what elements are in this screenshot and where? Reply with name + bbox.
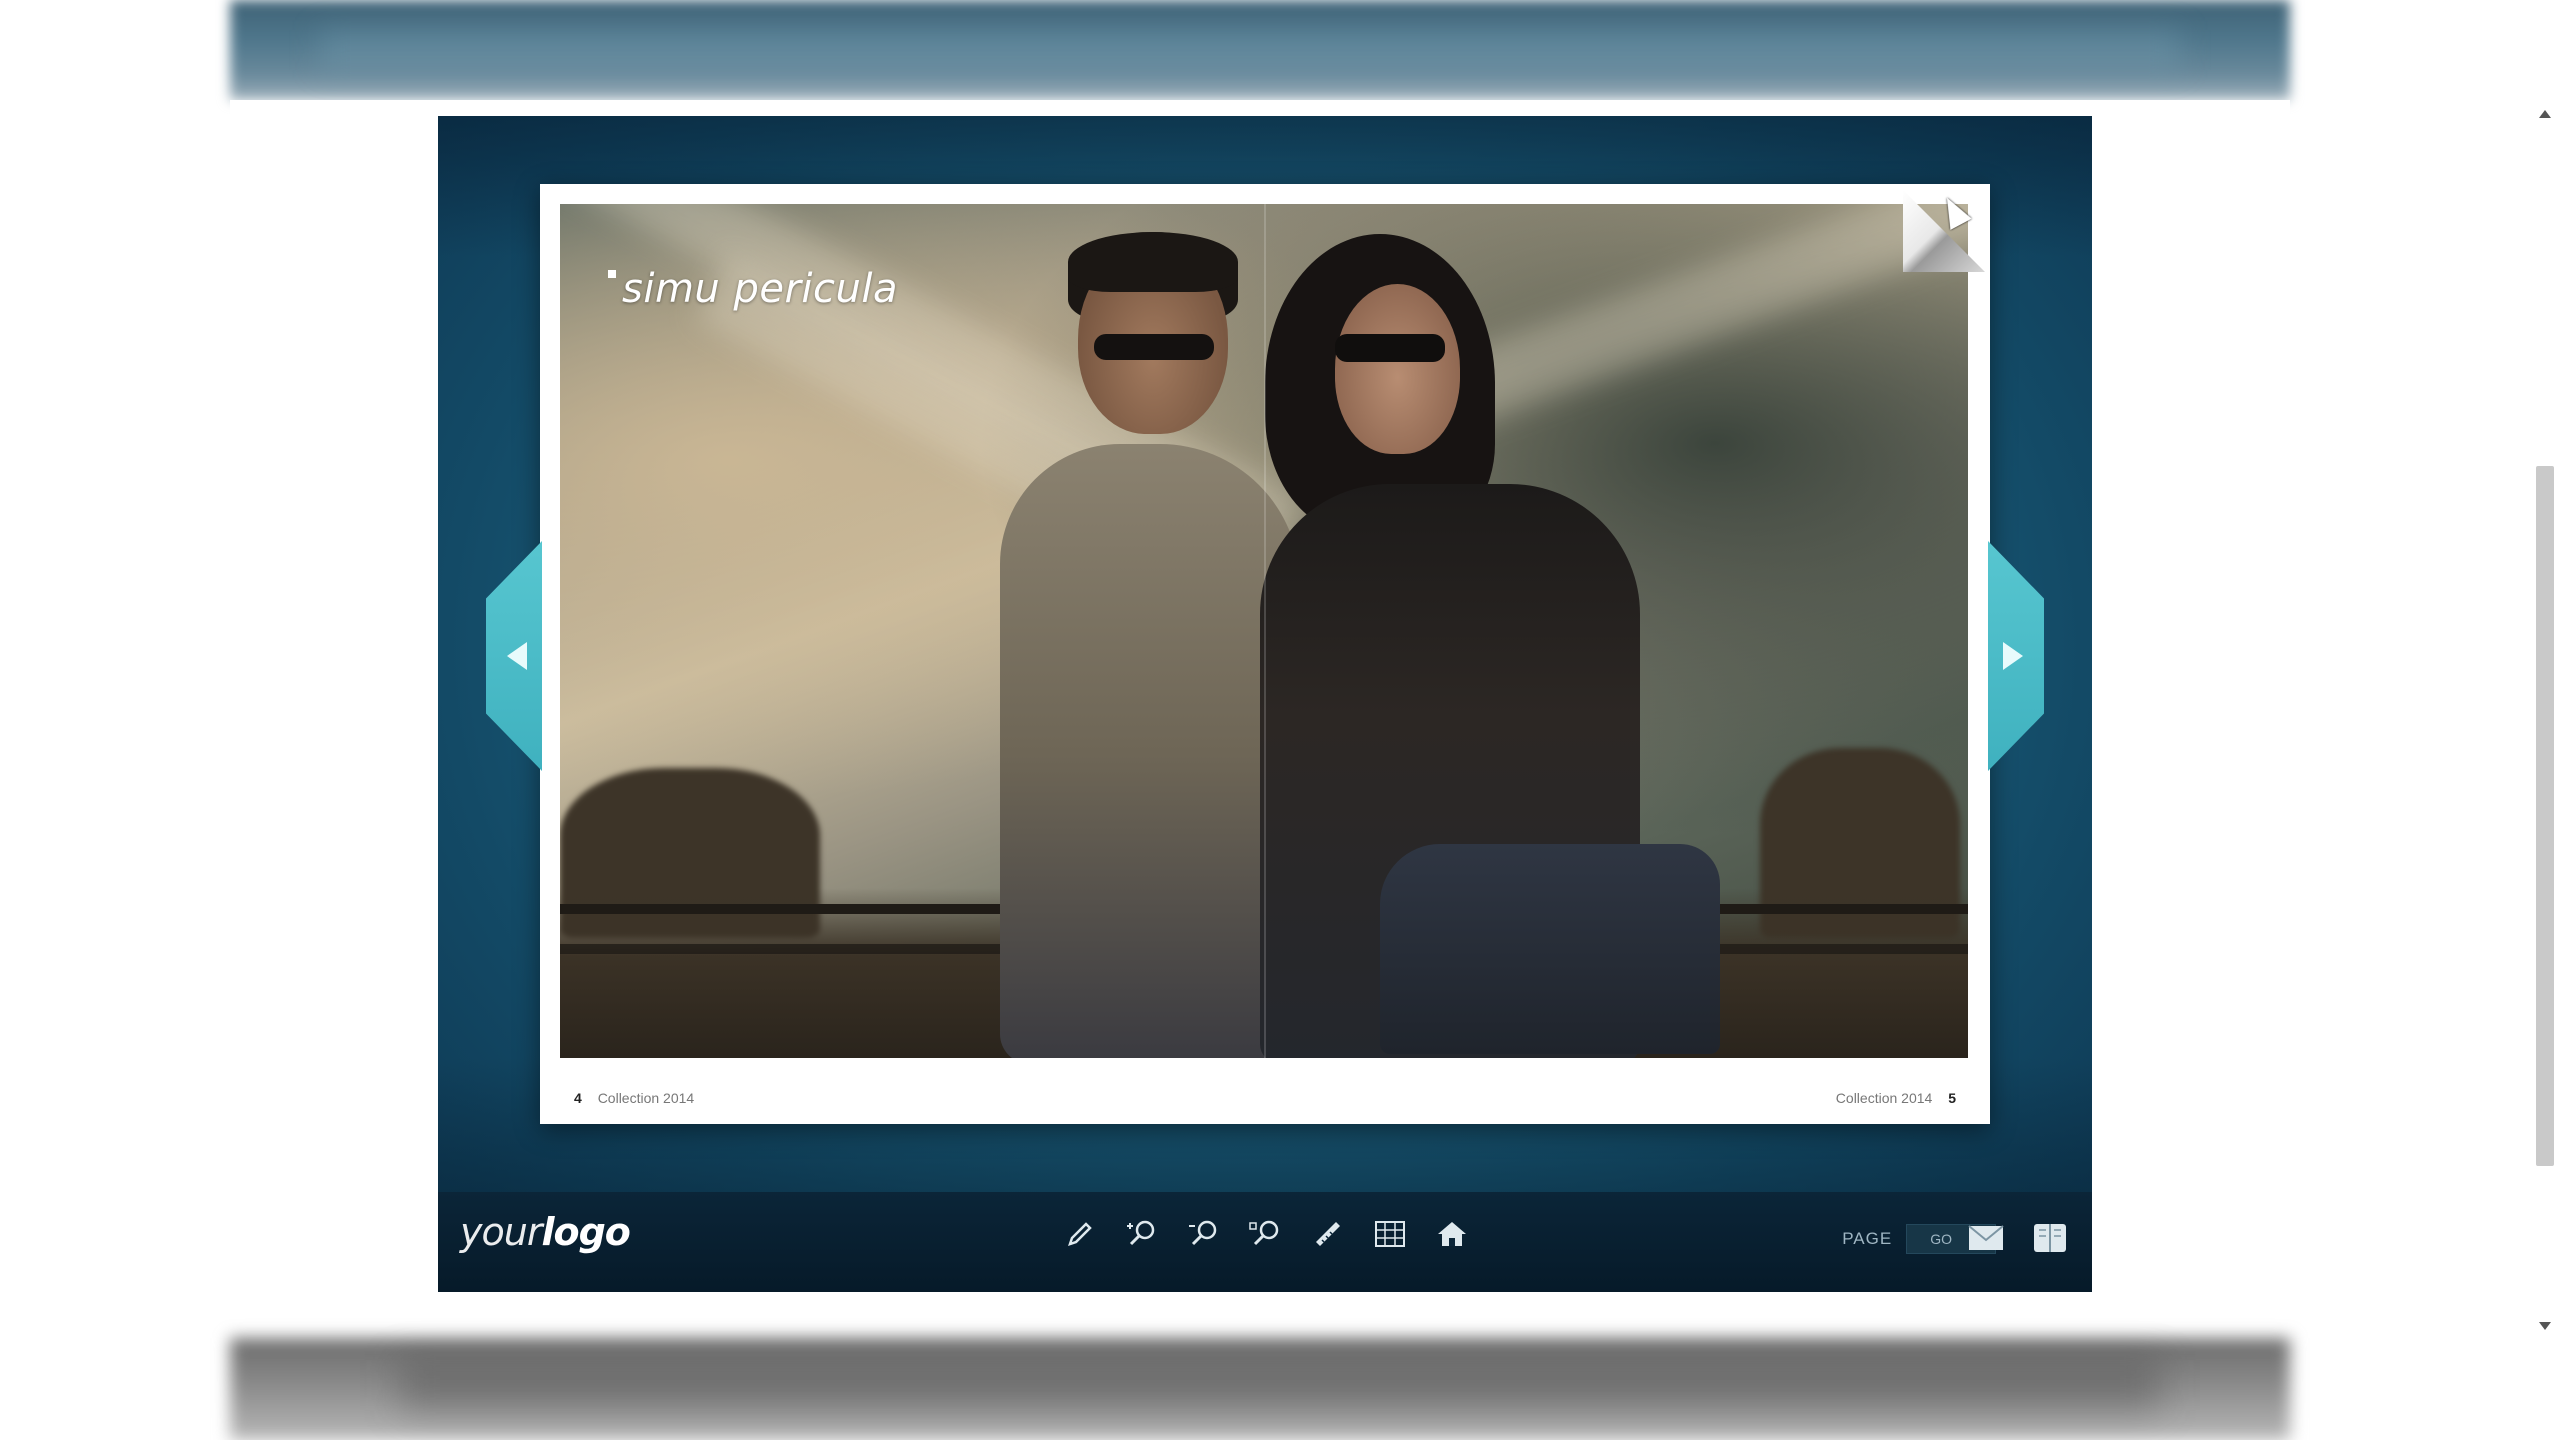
vertical-scrollbar[interactable] [2530,100,2560,1340]
toolbar-right-icons [1964,1216,2072,1260]
left-page-footer: 4 Collection 2014 [562,1090,694,1106]
thumbnails-icon[interactable] [1368,1212,1412,1256]
zoom-out-icon[interactable] [1182,1212,1226,1256]
left-page-number: 4 [574,1090,582,1106]
background-band-top-detail [320,30,2180,70]
arrow-left-icon [507,642,527,670]
home-icon[interactable] [1430,1212,1474,1256]
page-navigation: PAGE GO [1842,1224,1997,1254]
page-label: PAGE [1842,1229,1893,1248]
toolbar-tools [1058,1212,1474,1256]
scroll-up-arrow-icon[interactable] [2539,110,2551,118]
man-figure [1000,444,1300,1058]
spread-photo: simu pericula [560,204,1968,1058]
zoom-in-icon[interactable] [1120,1212,1164,1256]
arrow-right-icon [2003,642,2023,670]
book-spread[interactable]: simu pericula 4 Collection 2014 Collecti… [540,184,1990,1124]
woman-legs [1380,844,1720,1054]
page-title: simu pericula [608,266,898,312]
go-button[interactable]: GO [1930,1231,1952,1247]
woman-face [1335,284,1460,454]
background-band-bottom-detail [400,1360,2160,1410]
pencil-icon[interactable] [1058,1212,1102,1256]
right-page-footer-label: Collection 2014 [1835,1090,1933,1106]
logo: yourlogo [460,1210,631,1254]
right-page-number: 5 [1948,1090,1956,1106]
email-icon[interactable] [1964,1216,2008,1260]
scroll-thumb[interactable] [2536,466,2554,1166]
man-hair-top [1068,232,1238,292]
book-icon[interactable] [2028,1216,2072,1260]
left-page-footer-label: Collection 2014 [597,1090,695,1106]
man-sunglasses [1094,334,1214,360]
bottom-toolbar: yourlogo PAGE GO [438,1192,2092,1292]
scroll-down-arrow-icon[interactable] [2539,1322,2551,1330]
flipbook-viewer: simu pericula 4 Collection 2014 Collecti… [438,116,2092,1292]
zoom-fit-icon[interactable] [1244,1212,1288,1256]
ruler-icon[interactable] [1306,1212,1350,1256]
page-fold [1264,204,1266,1058]
right-page-footer: Collection 2014 5 [1836,1090,1968,1106]
woman-sunglasses [1335,334,1445,362]
